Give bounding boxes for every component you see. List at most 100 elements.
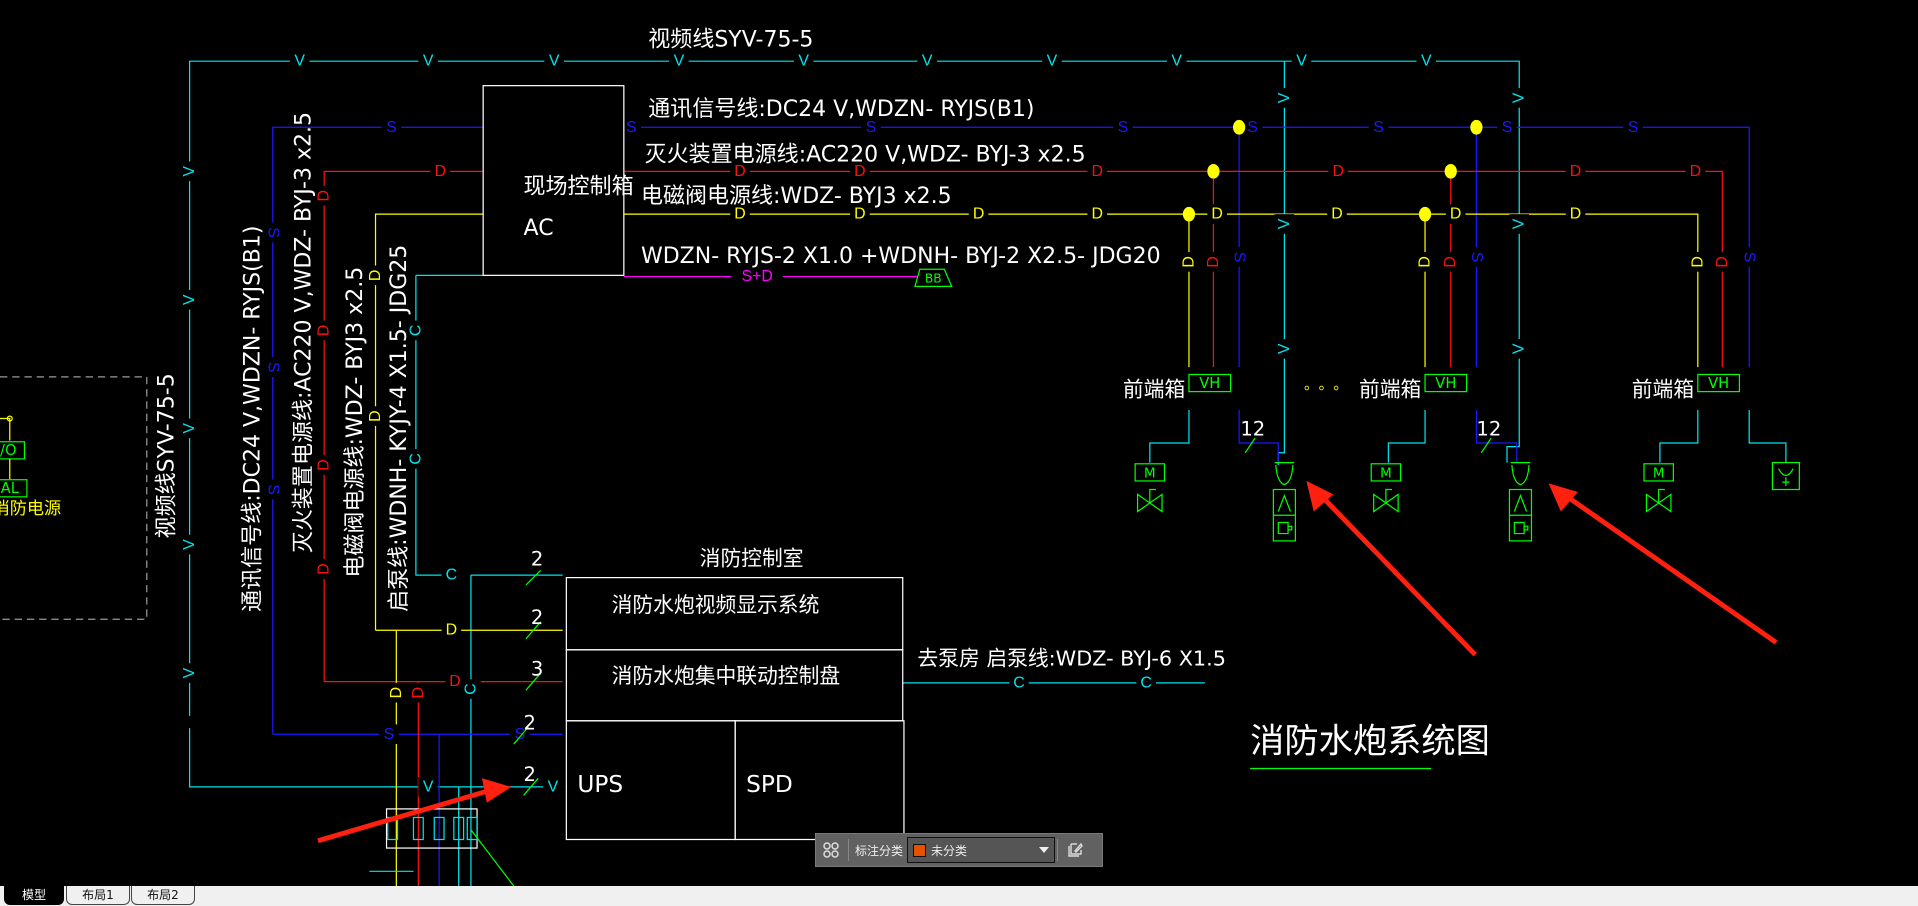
edit-icon[interactable] (1060, 835, 1090, 865)
ups-box[interactable]: UPS (577, 771, 623, 798)
category-color-swatch (913, 843, 927, 857)
line-marker: S (379, 724, 399, 745)
line-marker: V (289, 51, 310, 71)
label-valve-line: 电磁阀电源线:WDZ- BYJ3 x2.5 (641, 184, 952, 209)
svg-text:C: C (446, 567, 457, 584)
label-signal-line: 通讯信号线:DC24 V,WDZN- RYJS(B1) (648, 97, 1034, 122)
left-panel-devices: I/O AL 消防电源 (0, 415, 61, 519)
svg-text:D: D (316, 563, 333, 574)
line-marker: V (418, 777, 438, 797)
line-marker: V (179, 290, 200, 310)
control-room-title: 消防控制室 (700, 546, 804, 570)
svg-text:V: V (1047, 53, 1058, 70)
line-marker: S (262, 222, 283, 243)
water-cannon-icon (1274, 461, 1295, 486)
svg-text:S: S (1502, 119, 1513, 136)
grid-apps-icon[interactable] (816, 835, 846, 865)
svg-text:D: D (1714, 256, 1731, 267)
svg-text:V: V (181, 423, 198, 434)
line-marker: D (386, 682, 407, 703)
line-marker: S (262, 479, 283, 500)
svg-text:D: D (1689, 256, 1706, 267)
svg-text:D: D (1211, 206, 1222, 223)
spd-box[interactable]: SPD (746, 771, 793, 798)
line-marker: V (669, 51, 689, 71)
line-marker: D (1207, 204, 1227, 224)
video-display-system[interactable]: 消防水炮视频显示系统 (612, 593, 820, 617)
line-marker: D (968, 204, 989, 224)
annotation-category-select[interactable]: 未分类 (907, 837, 1056, 863)
svg-text:D: D (1442, 256, 1459, 267)
line-marker: D (1087, 161, 1108, 182)
line-marker: V (1509, 214, 1530, 234)
line-marker: S (381, 117, 402, 138)
wire-counts: 2 2 3 2 2 (513, 547, 543, 796)
field-control-box-name: 现场控制箱 (524, 174, 634, 199)
line-marker: D (1327, 204, 1347, 224)
svg-text:S: S (386, 119, 397, 136)
video-line (188, 60, 1787, 886)
drawing-title: 消防水炮系统图 (1250, 722, 1490, 762)
label-bus-line: WDZN- RYJS-2 X1.0 +WDNH- BYJ-2 X2.5- JDG… (641, 244, 1161, 269)
svg-text:D: D (1570, 206, 1581, 223)
tab-layout2[interactable]: 布局2 (131, 886, 195, 905)
line-marker: V (418, 51, 438, 71)
line-marker: D (1688, 252, 1708, 272)
svg-text:D: D (1205, 256, 1222, 267)
line-marker: V (179, 161, 200, 182)
svg-text:D: D (410, 687, 427, 698)
svg-text:S: S (1373, 119, 1384, 136)
label-valve-vertical: 电磁阀电源线:WDZ- BYJ3 x2.5 (343, 267, 368, 578)
line-marker: D (1565, 161, 1586, 182)
tab-layout1[interactable]: 布局1 (66, 886, 130, 905)
svg-text:V: V (181, 166, 198, 177)
svg-text:VH: VH (1199, 375, 1220, 392)
svg-text:D: D (316, 190, 333, 201)
al-box-label: AL (1, 480, 20, 497)
svg-text:V: V (674, 53, 685, 70)
line-marker: V (543, 777, 563, 797)
svg-text:D: D (1690, 163, 1701, 180)
cad-drawing-canvas[interactable]: VVVVVVVVVVVVVVVVVVVVVVVSSSSSSSSSSSSSSSSD… (0, 0, 1918, 886)
svg-text:V: V (181, 667, 198, 678)
label-power-line: 灭火装置电源线:AC220 V,WDZ- BYJ-3 x2.5 (645, 143, 1086, 168)
line-marker: D (1685, 161, 1706, 182)
svg-text:BB: BB (925, 272, 942, 286)
line-marker: S (1113, 117, 1133, 138)
valve-icon (1373, 488, 1399, 513)
io-box-label: I/O (0, 442, 17, 459)
line-marker: V (1274, 338, 1295, 359)
svg-text:S: S (384, 726, 395, 743)
annotation-category-label: 标注分类 (855, 843, 904, 858)
toolbar-divider (1057, 839, 1059, 861)
label-video-line: 视频线SYV-75-5 (648, 27, 813, 52)
svg-text:D: D (1450, 206, 1461, 223)
svg-text:M: M (1144, 466, 1156, 481)
line-marker: D (314, 186, 334, 206)
linkage-control-panel[interactable]: 消防水炮集中联动控制盘 (612, 664, 841, 688)
bus-marker: S+D (731, 266, 783, 287)
svg-text:D: D (367, 270, 384, 281)
svg-text:S: S (264, 484, 281, 495)
line-marker: C (441, 565, 462, 585)
tab-model[interactable]: 模型 (4, 886, 64, 905)
svg-text:V: V (1421, 53, 1432, 70)
fire-water-cannon-system-diagram: V V V V V V V V V VVVVVVV VV VV VV VS S S S S S S SSSSS S SS SD… (0, 27, 1800, 886)
wire-count: 12 (1240, 418, 1265, 441)
control-room (565, 577, 905, 841)
front-end-unit[interactable]: 前端箱 VH M 12 (1123, 373, 1296, 542)
line-marker: V (1042, 51, 1062, 71)
line-marker: V (1416, 51, 1437, 71)
wire-count: 3 (531, 658, 543, 681)
front-end-box-label: 前端箱 (1632, 377, 1694, 401)
svg-text:D: D (316, 325, 333, 336)
line-marker: D (1179, 252, 1199, 272)
line-marker: D (365, 265, 386, 286)
svg-text:D: D (1180, 256, 1197, 267)
front-end-box-label: 前端箱 (1123, 377, 1185, 401)
svg-text:S: S (264, 227, 281, 238)
front-end-unit[interactable]: 前端箱 VH M 12 (1359, 373, 1533, 542)
ellipsis: 。。。 (1304, 376, 1355, 393)
line-marker: S (1739, 247, 1759, 267)
svg-text:V: V (294, 53, 305, 70)
